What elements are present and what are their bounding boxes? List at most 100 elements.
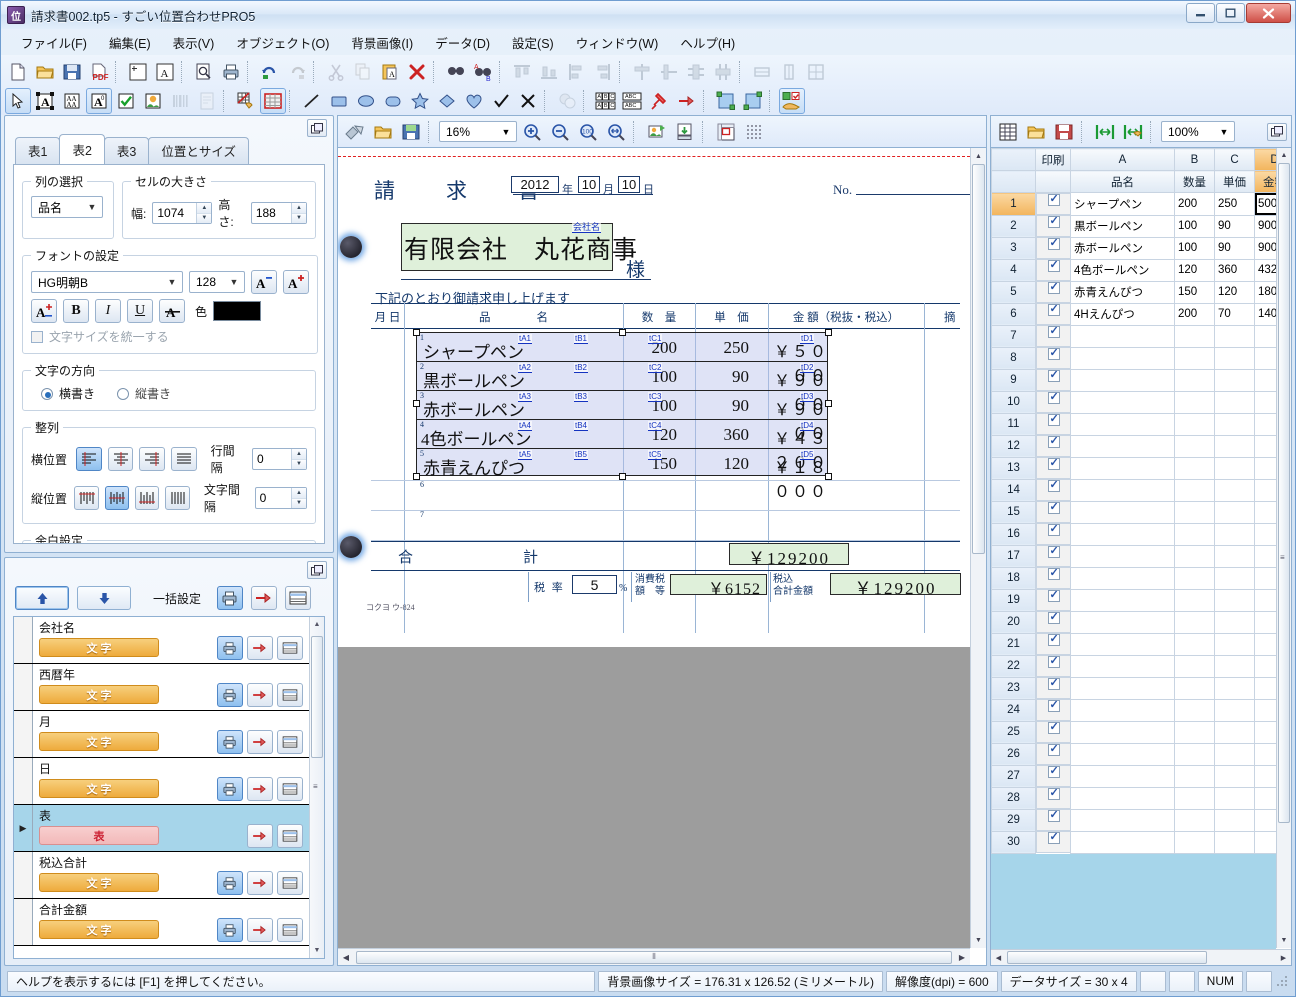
object-type-chip[interactable]: 文 字: [39, 779, 159, 798]
row-print-checkbox-cell[interactable]: [1036, 698, 1071, 721]
cell-b[interactable]: [1174, 588, 1215, 612]
pin-toggle[interactable]: [247, 777, 273, 801]
print-icon[interactable]: [218, 59, 244, 85]
print-preview-icon[interactable]: [191, 59, 217, 85]
cell-a[interactable]: 4色ボールペン: [1070, 258, 1175, 282]
checkbox-icon[interactable]: [1047, 302, 1060, 316]
row-header[interactable]: 30: [991, 830, 1036, 854]
import-background-icon[interactable]: [342, 119, 368, 145]
line-spacing-spin-buttons[interactable]: ▲ ▼: [291, 449, 307, 469]
pin-toggle[interactable]: [247, 871, 273, 895]
checkbox-icon[interactable]: [1047, 632, 1060, 646]
row-print-checkbox-cell[interactable]: [1036, 412, 1071, 435]
checkbox-object-icon[interactable]: [113, 88, 139, 114]
cell-height-input[interactable]: [251, 206, 291, 220]
cell-a[interactable]: [1070, 742, 1175, 766]
cell-d[interactable]: [1254, 610, 1276, 634]
cell-a[interactable]: [1070, 434, 1175, 458]
scroll-up-icon[interactable]: ▲: [971, 148, 986, 164]
copy-icon[interactable]: [350, 59, 376, 85]
layout-toggle[interactable]: [277, 918, 303, 942]
row-print-checkbox-cell[interactable]: [1036, 764, 1071, 787]
cell-c[interactable]: [1214, 478, 1255, 502]
cell-c[interactable]: [1214, 654, 1255, 678]
row-header[interactable]: 4: [991, 258, 1036, 282]
cell-c[interactable]: [1214, 522, 1255, 546]
spin-up-icon[interactable]: ▲: [197, 203, 212, 214]
checkbox-icon[interactable]: [1047, 830, 1060, 844]
table-row[interactable]: 9: [991, 368, 1276, 392]
center-horizontal-icon[interactable]: [656, 59, 682, 85]
row-header[interactable]: 19: [991, 588, 1036, 612]
grid-zoom-dropdown[interactable]: 100% ▼: [1161, 121, 1235, 142]
valign-middle-button[interactable]: [104, 486, 130, 510]
row-header[interactable]: 6: [991, 302, 1036, 326]
cell-b[interactable]: 120: [1174, 258, 1215, 282]
tab-position-size[interactable]: 位置とサイズ: [148, 137, 249, 164]
cell-a[interactable]: シャープペン: [1070, 192, 1175, 216]
table-row[interactable]: 2 黒ボールペン100909000: [991, 214, 1276, 238]
cell-a[interactable]: [1070, 324, 1175, 348]
cell-c[interactable]: 70: [1214, 302, 1255, 326]
table-row[interactable]: 4 4色ボールペン12036043200: [991, 258, 1276, 282]
pin-toggle[interactable]: [247, 683, 273, 707]
row-header[interactable]: 13: [991, 456, 1036, 480]
cell-b[interactable]: [1174, 786, 1215, 810]
print-toggle[interactable]: [217, 777, 243, 801]
checkbox-icon[interactable]: [1047, 456, 1060, 470]
cell-d[interactable]: [1254, 654, 1276, 678]
grid-vertical-scrollbar[interactable]: ▲ ≡ ▼: [1276, 148, 1291, 948]
bold-button[interactable]: B: [63, 299, 89, 323]
cell-a[interactable]: 黒ボールペン: [1070, 214, 1175, 238]
object-list[interactable]: 会社名 文 字 西暦年 文 字 月 文 字 日 文 字 ▶ 表 表 税込合計 文…: [13, 616, 325, 959]
char-spacing-stepper[interactable]: ▲▼: [254, 487, 308, 509]
row-header[interactable]: 3: [991, 236, 1036, 260]
scroll-left-icon[interactable]: ◀: [991, 954, 1006, 962]
item-qty-tag[interactable]: tB3: [574, 392, 589, 402]
new-data-table-icon[interactable]: [995, 119, 1021, 145]
cell-d[interactable]: [1254, 500, 1276, 524]
cell-d[interactable]: [1254, 808, 1276, 832]
cell-a[interactable]: [1070, 632, 1175, 656]
cell-a[interactable]: [1070, 610, 1175, 634]
align-right-icon[interactable]: [590, 59, 616, 85]
cell-d[interactable]: [1254, 324, 1276, 348]
pin-toggle[interactable]: [247, 824, 273, 848]
zoom-level-dropdown[interactable]: 16% ▼: [439, 121, 517, 142]
table-row[interactable]: 30: [991, 830, 1276, 854]
cell-b[interactable]: [1174, 566, 1215, 590]
scroll-left-icon[interactable]: ◀: [338, 953, 354, 962]
font-size-dropdown[interactable]: 128 ▼: [189, 271, 245, 293]
cell-d[interactable]: [1254, 390, 1276, 414]
grid-corner-cell[interactable]: [991, 148, 1036, 171]
table-row[interactable]: 6 4Hえんぴつ2007014000: [991, 302, 1276, 326]
table-object-icon[interactable]: [260, 87, 286, 114]
save-background-icon[interactable]: [398, 119, 424, 145]
print-toggle[interactable]: [217, 871, 243, 895]
table-row[interactable]: 23: [991, 676, 1276, 700]
invoice-day-field[interactable]: 10: [618, 176, 640, 193]
cell-d[interactable]: [1254, 478, 1276, 502]
cell-b[interactable]: [1174, 346, 1215, 370]
strikethrough-button[interactable]: A: [159, 299, 185, 323]
cell-width-input[interactable]: [153, 206, 197, 220]
item-amount-tag[interactable]: tD5: [800, 450, 815, 460]
cell-a[interactable]: [1070, 346, 1175, 370]
item-name-tag[interactable]: tA1: [518, 334, 533, 344]
menu-file[interactable]: ファイル(F): [11, 30, 97, 55]
cell-c[interactable]: [1214, 742, 1255, 766]
menu-background-image[interactable]: 背景画像(I): [341, 30, 423, 55]
radio-vertical-writing[interactable]: 縦書き: [117, 385, 171, 402]
new-file-icon[interactable]: [5, 59, 31, 85]
anchor-point-bottom[interactable]: [340, 536, 362, 558]
scroll-up-icon[interactable]: ▲: [310, 617, 324, 632]
cell-a[interactable]: [1070, 786, 1175, 810]
cell-b[interactable]: [1174, 720, 1215, 744]
cell-d[interactable]: [1254, 764, 1276, 788]
save-data-icon[interactable]: [1051, 119, 1077, 145]
checkbox-icon[interactable]: [1047, 346, 1060, 360]
cell-d[interactable]: [1254, 566, 1276, 590]
ruby-text-button[interactable]: A: [31, 299, 57, 323]
canvas-vscroll-track[interactable]: [971, 164, 986, 932]
table-row[interactable]: 21: [991, 632, 1276, 656]
